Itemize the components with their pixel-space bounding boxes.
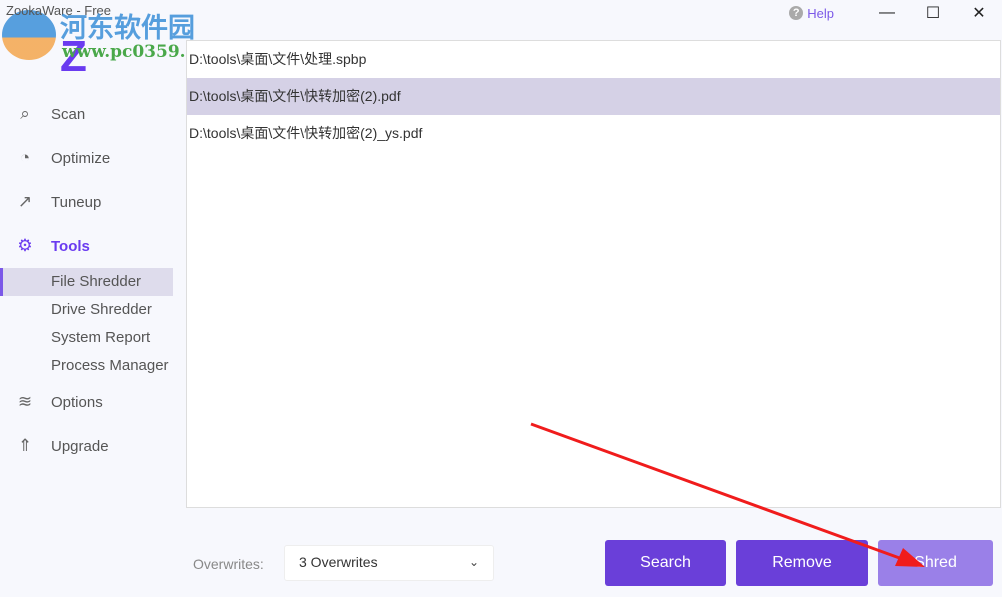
nav-system-report[interactable]: System Report <box>0 324 173 352</box>
nav-label: Tools <box>51 237 90 255</box>
nav-label: Upgrade <box>51 437 109 455</box>
chart-icon: ↗ <box>17 192 33 211</box>
nav-label: Scan <box>51 105 86 123</box>
close-button[interactable]: ✕ <box>956 3 1002 23</box>
nav-upgrade[interactable]: ⇑ Upgrade <box>0 424 173 468</box>
file-row[interactable]: D:\tools\桌面\文件\快转加密(2)_ys.pdf <box>187 115 1000 152</box>
shred-button[interactable]: Shred <box>878 540 993 586</box>
search-button[interactable]: Search <box>605 540 726 586</box>
nav-label: Optimize <box>51 149 111 167</box>
nav-process-manager[interactable]: Process Manager <box>0 352 173 380</box>
nav-file-shredder[interactable]: File Shredder <box>0 268 173 296</box>
help-label: Help <box>807 5 834 21</box>
remove-button[interactable]: Remove <box>736 540 868 586</box>
file-row[interactable]: D:\tools\桌面\文件\处理.spbp <box>187 41 1000 78</box>
gauge-icon: ◔ <box>19 148 31 167</box>
nav-drive-shredder[interactable]: Drive Shredder <box>0 296 173 324</box>
rocket-icon: ⇑ <box>17 436 33 455</box>
help-button[interactable]: ? Help <box>789 6 834 21</box>
nav-tools[interactable]: ⚙ Tools <box>0 224 173 268</box>
overwrites-select[interactable]: 3 Overwrites ⌄ <box>284 545 494 581</box>
help-icon: ? <box>789 6 804 20</box>
minimize-button[interactable]: — <box>864 4 910 22</box>
scan-icon: ⌕ <box>20 104 30 123</box>
nav-scan[interactable]: ⌕ Scan <box>0 92 173 136</box>
sidebar: ⌕ Scan ◔ Optimize ↗ Tuneup ⚙ Tools File Shre… <box>0 92 173 468</box>
file-list[interactable]: D:\tools\桌面\文件\处理.spbp D:\tools\桌面\文件\快转… <box>186 40 1001 508</box>
nav-label: Options <box>51 393 103 411</box>
maximize-button[interactable]: ☐ <box>910 3 956 23</box>
chevron-down-icon: ⌄ <box>468 555 479 569</box>
nav-label: Tuneup <box>51 193 102 211</box>
overwrites-value: 3 Overwrites <box>299 554 378 570</box>
nav-options[interactable]: ≋ Options <box>0 380 173 424</box>
nav-tuneup[interactable]: ↗ Tuneup <box>0 180 173 224</box>
nav-optimize[interactable]: ◔ Optimize <box>0 136 173 180</box>
file-row-selected[interactable]: D:\tools\桌面\文件\快转加密(2).pdf <box>187 78 1000 115</box>
overwrites-label: Overwrites: <box>193 556 264 572</box>
layers-icon: ≋ <box>17 392 33 411</box>
gear-icon: ⚙ <box>17 236 33 255</box>
